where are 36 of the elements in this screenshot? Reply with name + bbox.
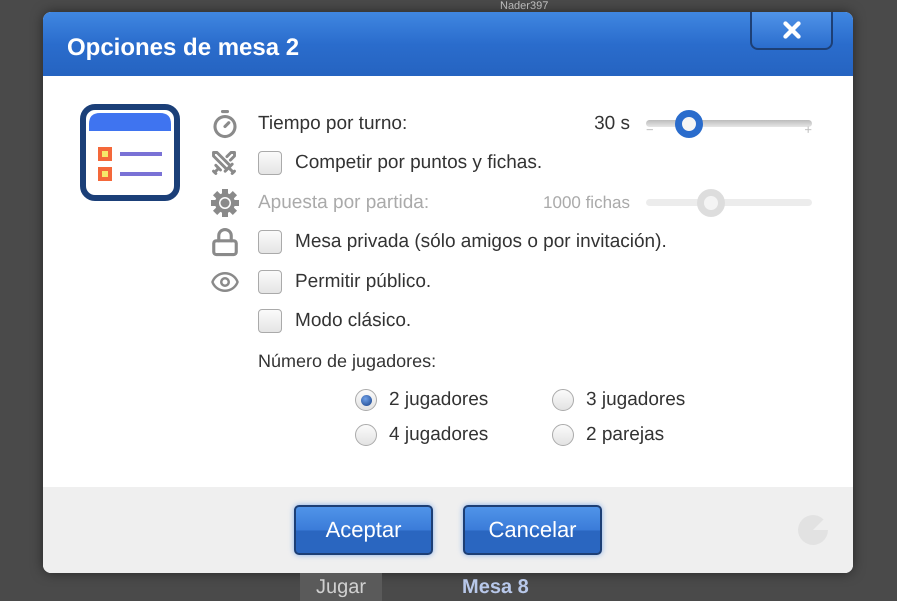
chip-icon (210, 188, 240, 218)
checkbox[interactable] (258, 309, 282, 334)
dialog-button[interactable]: Aceptar (294, 505, 433, 555)
lock-icon (210, 227, 240, 258)
close-button[interactable] (750, 12, 833, 50)
players-label: Número de jugadores: (258, 351, 438, 373)
option-label: Tiempo por turno: (258, 112, 408, 135)
slider-track[interactable] (644, 188, 814, 218)
plus-label: + (804, 122, 812, 137)
slider-reading: 1000 fichas (542, 192, 630, 213)
list-window-icon (80, 104, 180, 201)
option-label: Competir por puntos y fichas. (295, 152, 542, 174)
radio-option[interactable]: 2 parejas (552, 424, 749, 446)
play-button[interactable]: Jugar (300, 573, 382, 601)
minus-label: − (646, 122, 654, 137)
option-label: Permitir público. (295, 270, 432, 293)
radio-option[interactable]: 4 jugadores (355, 424, 552, 446)
player-name: Nader397 (500, 0, 548, 12)
option-label: Apuesta por partida: (258, 192, 430, 214)
dialog-button[interactable]: Cancelar (463, 505, 602, 555)
checkbox[interactable] (258, 270, 282, 294)
option-label: Modo clásico. (295, 310, 412, 332)
slider-thumb[interactable] (674, 110, 703, 138)
radio-option[interactable]: 2 jugadores (355, 389, 552, 411)
radio-button[interactable] (552, 389, 574, 411)
radio-button[interactable] (355, 389, 377, 411)
radio-button[interactable] (552, 424, 574, 446)
radio-option[interactable]: 3 jugadores (552, 389, 749, 411)
checkbox[interactable] (258, 151, 282, 176)
radio-button[interactable] (355, 424, 377, 446)
crossed-swords-icon (210, 149, 238, 178)
table-title: Mesa 8 (462, 575, 529, 599)
slider-reading: 30 s (593, 112, 630, 135)
dialog-title: Opciones de mesa 2 (67, 34, 300, 62)
option-label: Mesa privada (sólo amigos o por invitación). (295, 231, 667, 254)
checkbox[interactable] (258, 230, 282, 254)
